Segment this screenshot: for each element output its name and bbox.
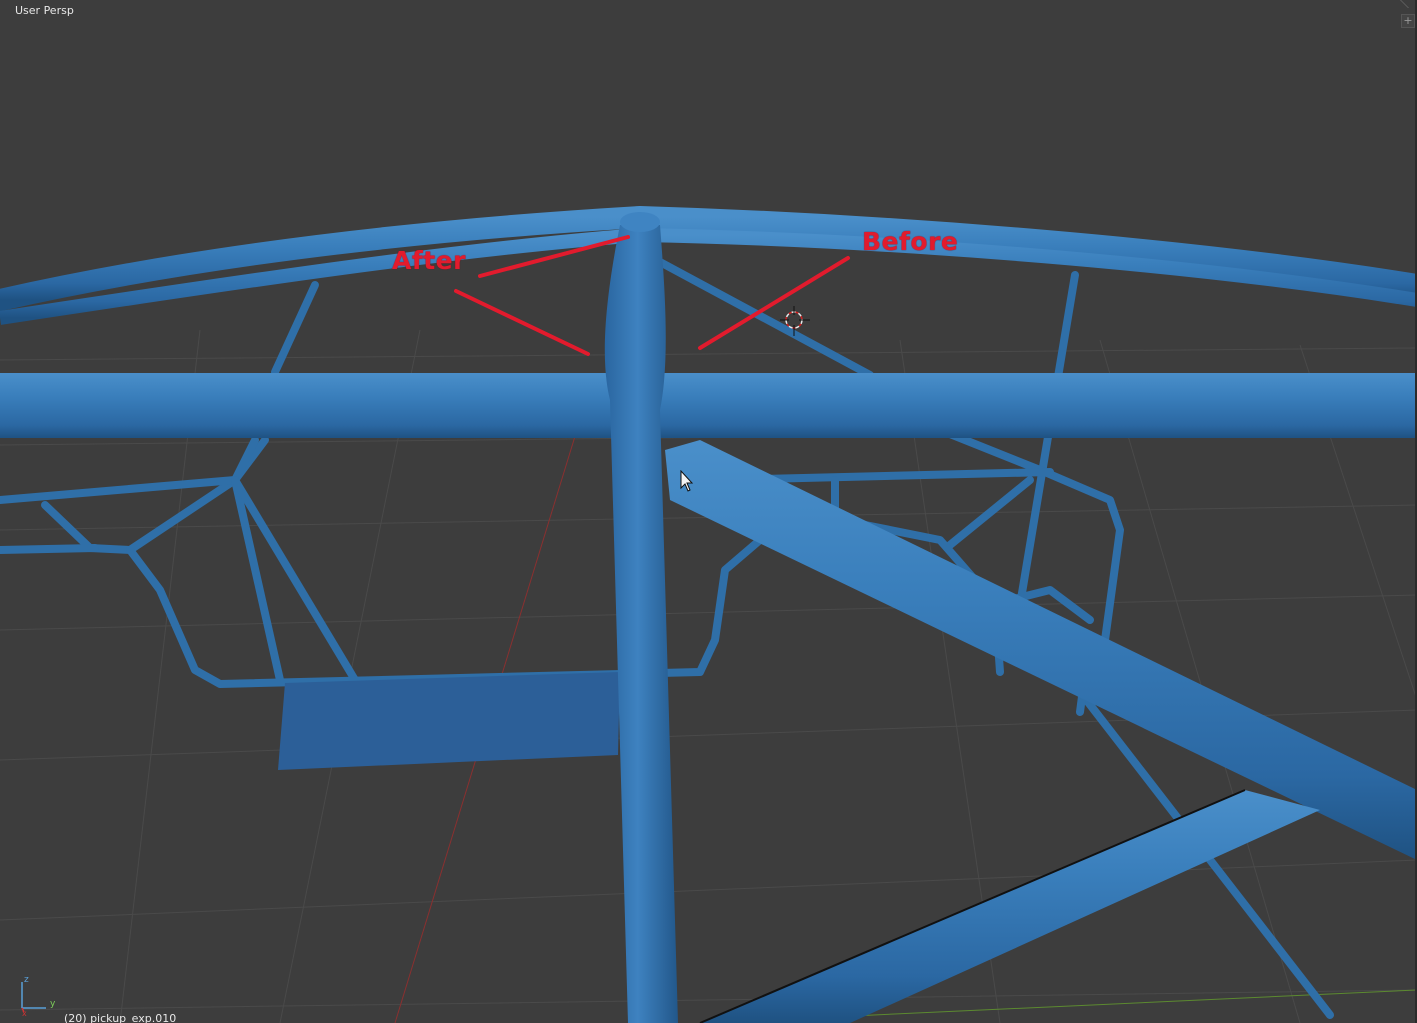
seat-panel [278,672,620,770]
3d-viewport[interactable]: User Persp After Before y z x (20) picku… [0,0,1417,1023]
view-name: User Persp [15,4,74,17]
axes-gizmo-icon: y z x [14,972,58,1020]
object-info: (20) pickup_exp.010 [64,1012,177,1023]
cross-tube [0,373,1417,438]
lower-diagonal-tube [700,790,1320,1023]
gizmo-z-label: z [24,975,29,985]
area-split-icon[interactable]: + [1401,14,1415,28]
3d-cursor-icon[interactable] [780,306,810,336]
annotation-after: After [392,246,466,275]
vertical-tube [604,225,678,1023]
annotation-before: Before [862,227,959,256]
mouse-pointer-icon [680,470,694,492]
scene-render [0,205,1417,1023]
gizmo-y-label: y [50,999,56,1009]
gizmo-x-label: x [22,1009,27,1016]
